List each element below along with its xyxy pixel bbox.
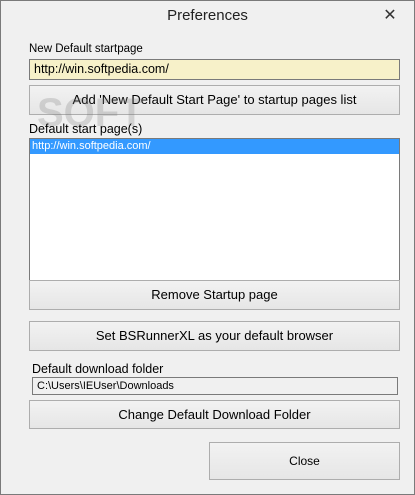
- window-title: Preferences: [167, 7, 248, 24]
- download-folder-label: Default download folder: [32, 362, 164, 376]
- set-default-browser-button[interactable]: Set BSRunnerXL as your default browser: [29, 321, 400, 351]
- remove-startpage-button[interactable]: Remove Startup page: [29, 280, 400, 310]
- close-button[interactable]: Close: [209, 442, 400, 480]
- download-folder-field[interactable]: C:\Users\IEUser\Downloads: [32, 377, 398, 395]
- dialog-body: New Default startpage http://win.softped…: [9, 31, 406, 486]
- add-startpage-button[interactable]: Add 'New Default Start Page' to startup …: [29, 85, 400, 115]
- new-startpage-input[interactable]: http://win.softpedia.com/: [29, 59, 400, 80]
- list-item[interactable]: http://win.softpedia.com/: [30, 139, 399, 154]
- title-bar[interactable]: Preferences ✕: [1, 1, 414, 31]
- new-startpage-label: New Default startpage: [29, 43, 143, 55]
- preferences-window: Preferences ✕ New Default startpage http…: [0, 0, 415, 495]
- startpages-list[interactable]: http://win.softpedia.com/: [29, 138, 400, 301]
- default-startpages-label: Default start page(s): [29, 122, 143, 136]
- close-icon[interactable]: ✕: [380, 6, 400, 26]
- change-download-folder-button[interactable]: Change Default Download Folder: [29, 400, 400, 429]
